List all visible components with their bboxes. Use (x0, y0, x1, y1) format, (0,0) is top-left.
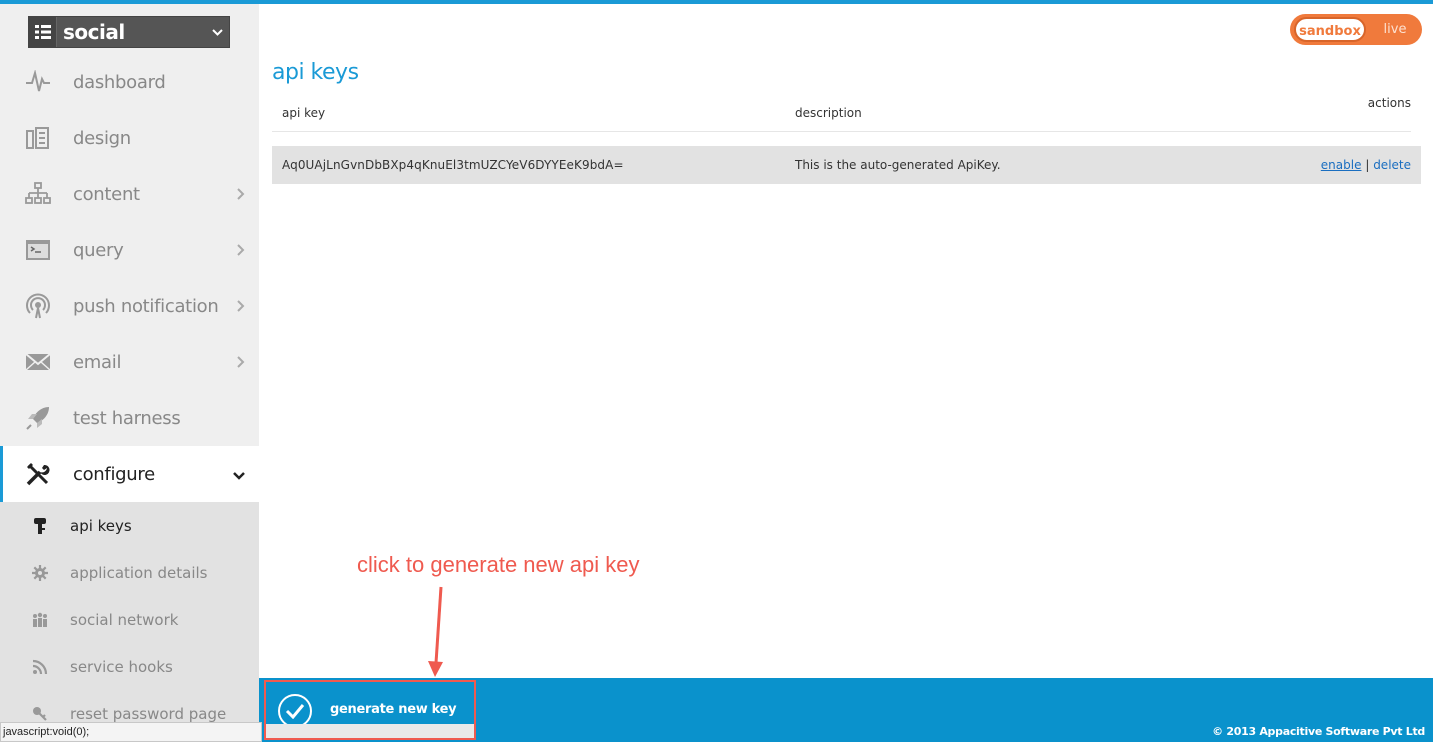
nav-item-query[interactable]: query (0, 222, 259, 278)
row-actions: enable | delete (1321, 158, 1411, 172)
table-header: api key description actions (272, 86, 1411, 132)
api-key-value: Aq0UAjLnGvnDbBXp4qKnuEl3tmUZCYeV6DYYEeK9… (282, 158, 624, 172)
chevron-right-icon (237, 241, 245, 260)
tools-icon (24, 461, 52, 487)
copyright-text: © 2013 Appacitive Software Pvt Ltd (1212, 725, 1425, 738)
annotation-text: click to generate new api key (357, 552, 640, 577)
api-key-description: This is the auto-generated ApiKey. (795, 158, 1001, 172)
chevron-down-icon (233, 465, 245, 484)
gear-icon (30, 563, 50, 583)
list-icon (29, 17, 57, 47)
terminal-icon (24, 237, 52, 263)
people-icon (30, 610, 50, 630)
check-circle-icon (278, 694, 312, 728)
subnav-item-social-network[interactable]: social network (0, 596, 259, 643)
subnav-item-service-hooks[interactable]: service hooks (0, 643, 259, 690)
browser-status-bar: javascript:void(0); (0, 722, 262, 742)
table-row: Aq0UAjLnGvnDbBXp4qKnuEl3tmUZCYeV6DYYEeK9… (272, 146, 1421, 184)
subnav-label: social network (70, 610, 179, 629)
column-header-description: description (795, 106, 862, 120)
envelope-icon (24, 349, 52, 375)
chevron-right-icon (237, 353, 245, 372)
key-icon (30, 704, 50, 724)
nav-label: configure (73, 463, 155, 485)
subnav-label: api keys (70, 516, 132, 535)
chevron-right-icon (237, 297, 245, 316)
button-strip (266, 724, 474, 738)
nav-label: push notification (73, 295, 219, 317)
generate-button-label: generate new key (330, 702, 457, 717)
pulse-icon (24, 69, 52, 95)
subnav-item-application-details[interactable]: application details (0, 549, 259, 596)
subnav-label: reset password page (70, 704, 227, 723)
subnav-label: service hooks (70, 657, 173, 676)
annotation-arrow (428, 586, 443, 677)
action-separator: | (1365, 158, 1370, 172)
nav-label: email (73, 351, 122, 373)
live-option[interactable]: live (1370, 14, 1420, 45)
nav-label: design (73, 127, 131, 149)
column-header-actions: actions (1367, 96, 1411, 110)
nav-label: query (73, 239, 124, 261)
broadcast-icon (24, 293, 52, 319)
column-header-api-key: api key (282, 106, 326, 120)
nav-item-email[interactable]: email (0, 334, 259, 390)
nav-item-test-harness[interactable]: test harness (0, 390, 259, 446)
app-selector[interactable]: social (28, 16, 230, 48)
nav-item-dashboard[interactable]: dashboard (0, 54, 259, 110)
environment-toggle[interactable]: sandbox live (1290, 14, 1422, 45)
api-keys-table: api key description actions Aq0UAjLnGvnD… (272, 86, 1421, 184)
rocket-icon (24, 405, 52, 431)
generate-new-key-button[interactable]: generate new key (264, 680, 476, 740)
subnav-item-api-keys[interactable]: api keys (0, 502, 259, 549)
rss-icon (30, 657, 50, 677)
nav-item-design[interactable]: design (0, 110, 259, 166)
nav-item-configure[interactable]: configure (0, 446, 259, 502)
page-title: api keys (272, 60, 359, 85)
key-icon (30, 516, 50, 536)
configure-subnav: api keys application details social netw… (0, 502, 259, 737)
main-nav: dashboard design content query push noti… (0, 54, 259, 737)
nav-label: content (73, 183, 140, 205)
design-icon (24, 125, 52, 151)
app-name: social (63, 20, 125, 44)
nav-item-content[interactable]: content (0, 166, 259, 222)
hierarchy-icon (24, 181, 52, 207)
sandbox-option[interactable]: sandbox (1294, 17, 1366, 42)
chevron-right-icon (237, 185, 245, 204)
sidebar: social dashboard design content query pu… (0, 4, 259, 742)
delete-link[interactable]: delete (1373, 158, 1411, 172)
nav-label: dashboard (73, 71, 166, 93)
subnav-label: application details (70, 563, 208, 582)
nav-label: test harness (73, 407, 181, 429)
chevron-down-icon (205, 25, 229, 39)
enable-link[interactable]: enable (1321, 158, 1362, 172)
nav-item-push-notification[interactable]: push notification (0, 278, 259, 334)
